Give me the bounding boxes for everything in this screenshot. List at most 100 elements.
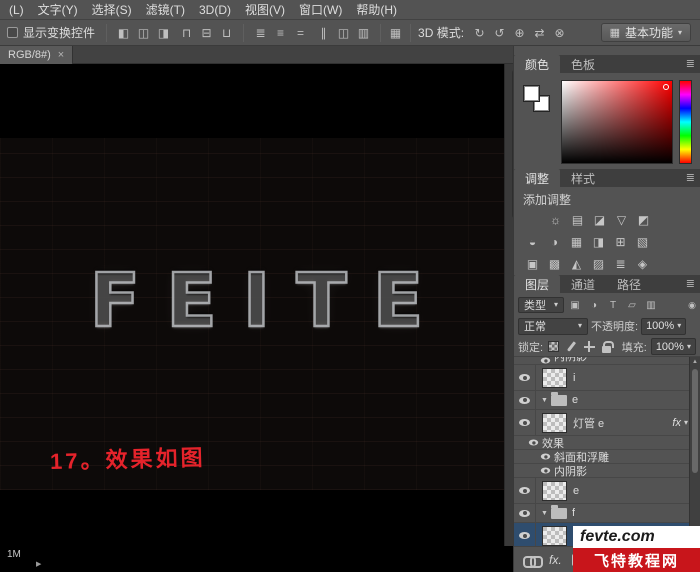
opacity-field[interactable]: 100% ▾ <box>641 318 686 335</box>
menu-select[interactable]: 选择(S) <box>85 0 139 20</box>
align-hcenter-icon[interactable]: ◫ <box>134 24 153 42</box>
tab-color[interactable]: 颜色 <box>514 55 560 73</box>
align-vcenter-icon[interactable]: ⊟ <box>197 24 216 42</box>
layer-thumbnail[interactable] <box>542 413 567 433</box>
menu-filter[interactable]: 滤镜(T) <box>139 0 192 20</box>
visibility-eye-icon[interactable] <box>519 397 530 404</box>
menu-help[interactable]: 帮助(H) <box>349 0 404 20</box>
filter-type-select[interactable]: 类型 ▾ <box>518 297 564 313</box>
layer-thumbnail[interactable] <box>542 368 567 388</box>
panel-menu-icon[interactable]: ≣ <box>686 57 695 70</box>
filter-toggle-icon[interactable]: ◉ <box>688 300 696 311</box>
filter-adjustment-layers-icon[interactable]: ◑ <box>586 297 602 313</box>
canvas-area[interactable]: FEITE 17。效果如图 <box>0 64 513 546</box>
photo-filter-icon[interactable]: ◨ <box>589 234 608 251</box>
3d-rotate-icon[interactable]: ↻ <box>470 24 489 42</box>
posterize-icon[interactable]: ▩ <box>545 256 564 273</box>
panel-menu-icon[interactable]: ≣ <box>686 277 695 290</box>
visibility-eye-icon[interactable] <box>540 468 549 474</box>
layer-row-e[interactable]: e <box>514 478 700 504</box>
group-row-e[interactable]: ▼ e <box>514 391 700 410</box>
gradient-map-icon[interactable]: ▨ <box>589 256 608 273</box>
saturation-brightness-field[interactable] <box>561 80 673 164</box>
menu-3d[interactable]: 3D(D) <box>192 0 238 20</box>
align-bottom-icon[interactable]: ⊔ <box>217 24 236 42</box>
visibility-eye-icon[interactable] <box>519 532 530 539</box>
distribute-left-icon[interactable]: ∥ <box>314 24 333 42</box>
visibility-eye-icon[interactable] <box>540 454 549 460</box>
color-picker-dot[interactable] <box>663 84 669 90</box>
workspace-button[interactable]: ▦ 基本功能 ▾ <box>601 23 691 42</box>
channel-mixer-icon[interactable]: ⊞ <box>611 234 630 251</box>
filter-shape-layers-icon[interactable]: ▱ <box>624 297 640 313</box>
align-left-icon[interactable]: ◧ <box>114 24 133 42</box>
align-right-icon[interactable]: ◨ <box>154 24 173 42</box>
layer-thumbnail[interactable] <box>542 481 567 501</box>
effect-row-inner-shadow-partial[interactable]: 内阴影 <box>514 357 700 365</box>
tab-adjustments[interactable]: 调整 <box>514 169 560 187</box>
tab-styles[interactable]: 样式 <box>560 169 606 187</box>
curves-icon[interactable]: ◪ <box>590 212 609 229</box>
menu-type[interactable]: 文字(Y) <box>31 0 85 20</box>
visibility-eye-icon[interactable] <box>528 440 537 446</box>
link-layers-button[interactable] <box>523 556 539 564</box>
distribute-top-icon[interactable]: ≣ <box>251 24 270 42</box>
brightness-contrast-icon[interactable]: ☼ <box>546 212 565 229</box>
tab-layers[interactable]: 图层 <box>514 275 560 293</box>
color-lookup-icon[interactable]: ▧ <box>633 234 652 251</box>
scroll-right-icon[interactable]: ▶ <box>36 560 41 568</box>
invert-icon[interactable]: ▣ <box>523 256 542 273</box>
exposure-icon[interactable]: ▽ <box>612 212 631 229</box>
layer-row-i[interactable]: i <box>514 365 700 391</box>
filter-type-layers-icon[interactable]: T <box>605 297 621 313</box>
visibility-eye-icon[interactable] <box>540 358 549 364</box>
expand-triangle-icon[interactable]: ▼ <box>541 397 548 404</box>
visibility-eye-icon[interactable] <box>519 419 530 426</box>
group-row-f[interactable]: ▼ f <box>514 504 700 523</box>
scroll-up-icon[interactable]: ▲ <box>690 359 700 365</box>
tab-channels[interactable]: 通道 <box>560 275 606 293</box>
distribute-vcenter-icon[interactable]: ≡ <box>271 24 290 42</box>
color-balance-icon[interactable]: ◑ <box>545 234 564 251</box>
3d-scale-icon[interactable]: ⊗ <box>550 24 569 42</box>
menu-layer[interactable]: (L) <box>2 0 31 20</box>
hue-saturation-icon[interactable]: ◒ <box>523 234 542 251</box>
3d-slide-icon[interactable]: ⇄ <box>530 24 549 42</box>
hue-slider[interactable] <box>679 80 692 164</box>
auto-align-icon[interactable]: ▦ <box>386 24 405 42</box>
threshold-icon[interactable]: ◭ <box>567 256 586 273</box>
foreground-color-swatch[interactable] <box>523 85 540 102</box>
menu-view[interactable]: 视图(V) <box>238 0 292 20</box>
menu-window[interactable]: 窗口(W) <box>292 0 349 20</box>
filter-smart-objects-icon[interactable]: ▥ <box>643 297 659 313</box>
visibility-eye-icon[interactable] <box>519 374 530 381</box>
panel-menu-icon[interactable]: ≣ <box>686 171 695 184</box>
effect-row-inner-shadow[interactable]: 内阴影 <box>514 464 700 478</box>
vibrance-icon[interactable]: ◩ <box>634 212 653 229</box>
levels-icon[interactable]: ▤ <box>568 212 587 229</box>
lookup-table-icon[interactable]: ◈ <box>633 256 652 273</box>
expand-triangle-icon[interactable]: ▼ <box>541 510 548 517</box>
layer-row-tube-e[interactable]: 灯管 e fx ▾ <box>514 410 700 436</box>
distribute-right-icon[interactable]: ▥ <box>354 24 373 42</box>
layer-thumbnail[interactable] <box>542 526 567 546</box>
align-top-icon[interactable]: ⊓ <box>177 24 196 42</box>
close-icon[interactable]: × <box>58 49 64 61</box>
lock-position-icon[interactable] <box>582 339 596 354</box>
3d-roll-icon[interactable]: ↺ <box>490 24 509 42</box>
document-tab[interactable]: RGB/8#) × <box>0 46 73 64</box>
visibility-eye-icon[interactable] <box>519 510 530 517</box>
lock-all-icon[interactable] <box>600 339 614 354</box>
distribute-hcenter-icon[interactable]: ◫ <box>334 24 353 42</box>
lock-transparency-icon[interactable] <box>547 339 561 354</box>
distribute-bottom-icon[interactable]: = <box>291 24 310 42</box>
layer-list-scrollbar[interactable]: ▲ ▼ <box>689 357 700 546</box>
tab-swatches[interactable]: 色板 <box>560 55 606 73</box>
lock-image-icon[interactable] <box>565 339 579 354</box>
visibility-eye-icon[interactable] <box>519 487 530 494</box>
layer-fx-badge[interactable]: fx ▾ <box>672 417 688 429</box>
filter-pixel-layers-icon[interactable]: ▣ <box>567 297 583 313</box>
effect-row-bevel-emboss[interactable]: 斜面和浮雕 <box>514 450 700 464</box>
blend-mode-select[interactable]: 正常 ▾ <box>518 318 588 335</box>
scrollbar-thumb[interactable] <box>692 369 698 473</box>
